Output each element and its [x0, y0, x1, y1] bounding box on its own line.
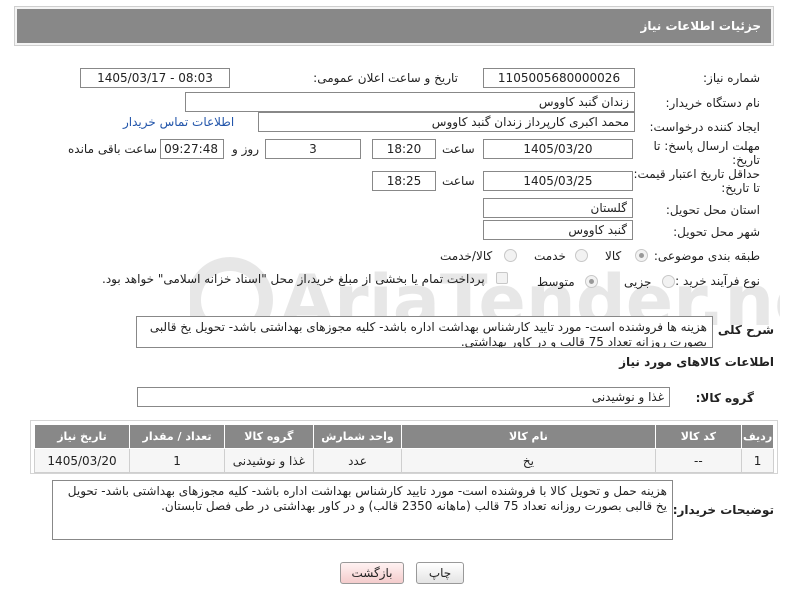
- col-header-need-date: تاریخ نیاز: [33, 424, 131, 449]
- process-radio-medium[interactable]: [585, 275, 598, 288]
- back-button[interactable]: بازگشت: [340, 562, 404, 584]
- price-validity-label-line1: حداقل تاریخ اعتبار قیمت:: [633, 167, 760, 181]
- reply-deadline-time-field: 18:20: [372, 139, 436, 159]
- category-radio-goods-service[interactable]: [504, 249, 517, 262]
- treasury-bonds-checkbox[interactable]: [496, 272, 508, 284]
- remaining-days-label: روز و: [232, 142, 259, 156]
- category-option-goods: کالا: [605, 249, 622, 263]
- col-header-quantity: تعداد / مقدار: [129, 424, 226, 449]
- print-button[interactable]: چاپ: [416, 562, 464, 584]
- col-header-row-number: ردیف: [741, 424, 774, 449]
- requester-field: محمد اکبری کارپرداز زندان گنبد کاووس: [258, 112, 635, 132]
- price-validity-label-line2: تا تاریخ:: [721, 181, 760, 195]
- summary-textarea[interactable]: هزینه ها فروشنده است- مورد تایید کارشناس…: [136, 316, 713, 348]
- cell-unit: عدد: [312, 448, 403, 473]
- remaining-days-field: 3: [265, 139, 361, 159]
- category-radio-service[interactable]: [575, 249, 588, 262]
- need-number-field: 1105005680000026: [483, 68, 635, 88]
- process-radio-minor[interactable]: [662, 275, 675, 288]
- price-validity-time-field: 18:25: [372, 171, 436, 191]
- buyer-org-field: زندان گنبد کاووس: [185, 92, 635, 112]
- announce-datetime-field: 1405/03/17 - 08:03: [80, 68, 230, 88]
- col-header-item-name: نام کالا: [401, 424, 656, 449]
- buyer-org-label: نام دستگاه خریدار:: [665, 96, 761, 110]
- purchase-process-label: نوع فرآیند خرید :: [675, 274, 760, 288]
- delivery-province-label: استان محل تحویل:: [665, 203, 760, 217]
- goods-group-label: گروه کالا:: [695, 391, 754, 405]
- category-option-service: خدمت: [534, 249, 566, 263]
- goods-group-field: غذا و نوشیدنی: [137, 387, 670, 407]
- delivery-city-field: گنبد کاووس: [483, 220, 633, 240]
- treasury-bonds-text: پرداخت تمام یا بخشی از مبلغ خرید،از محل …: [102, 272, 485, 286]
- need-number-label: شماره نیاز:: [703, 71, 760, 85]
- cell-need-date: 1405/03/20: [33, 448, 131, 473]
- price-validity-time-label: ساعت: [442, 174, 475, 188]
- category-option-goods-service: کالا/خدمت: [440, 249, 493, 263]
- process-option-minor: جزیی: [624, 275, 652, 289]
- cell-item-group: غذا و نوشیدنی: [224, 448, 314, 473]
- delivery-city-label: شهر محل تحویل:: [673, 225, 760, 239]
- page-title: جزئیات اطلاعات نیاز: [17, 9, 771, 43]
- col-header-item-code: کد کالا: [654, 424, 743, 449]
- announce-datetime-label: تاریخ و ساعت اعلان عمومی:: [313, 71, 458, 85]
- header-panel: جزئیات اطلاعات نیاز: [14, 6, 774, 46]
- cell-item-code: --: [654, 448, 743, 473]
- buyer-notes-textarea[interactable]: هزینه حمل و تحویل کالا با فروشنده است- م…: [52, 480, 673, 540]
- reply-deadline-label-line1: مهلت ارسال پاسخ: تا: [653, 139, 760, 153]
- remaining-time-label: ساعت باقی مانده: [68, 142, 158, 156]
- reply-deadline-label-line2: تاریخ:: [732, 153, 760, 167]
- cell-quantity: 1: [129, 448, 226, 473]
- items-table: ردیف کد کالا نام کالا واحد شمارش گروه کا…: [33, 424, 774, 473]
- reply-deadline-time-label: ساعت: [442, 142, 475, 156]
- requester-label: ایجاد کننده درخواست:: [649, 120, 760, 134]
- cell-row-number: 1: [741, 448, 774, 473]
- category-label: طبقه بندی موضوعی:: [653, 249, 760, 263]
- buyer-contact-link[interactable]: اطلاعات تماس خریدار: [123, 115, 234, 129]
- table-row: 1 -- یخ عدد غذا و نوشیدنی 1 1405/03/20: [33, 448, 774, 473]
- price-validity-date-field: 1405/03/25: [483, 171, 633, 191]
- delivery-province-field: گلستان: [483, 198, 633, 218]
- cell-item-name: یخ: [401, 448, 656, 473]
- buyer-notes-label: توضیحات خریدار:: [672, 503, 774, 517]
- process-option-medium: متوسط: [537, 275, 575, 289]
- col-header-item-group: گروه کالا: [224, 424, 314, 449]
- reply-deadline-date-field: 1405/03/20: [483, 139, 633, 159]
- category-radio-goods[interactable]: [635, 249, 648, 262]
- remaining-time-field: 09:27:48: [160, 139, 224, 159]
- col-header-unit: واحد شمارش: [312, 424, 403, 449]
- goods-section-title: اطلاعات کالاهای مورد نیاز: [619, 355, 774, 369]
